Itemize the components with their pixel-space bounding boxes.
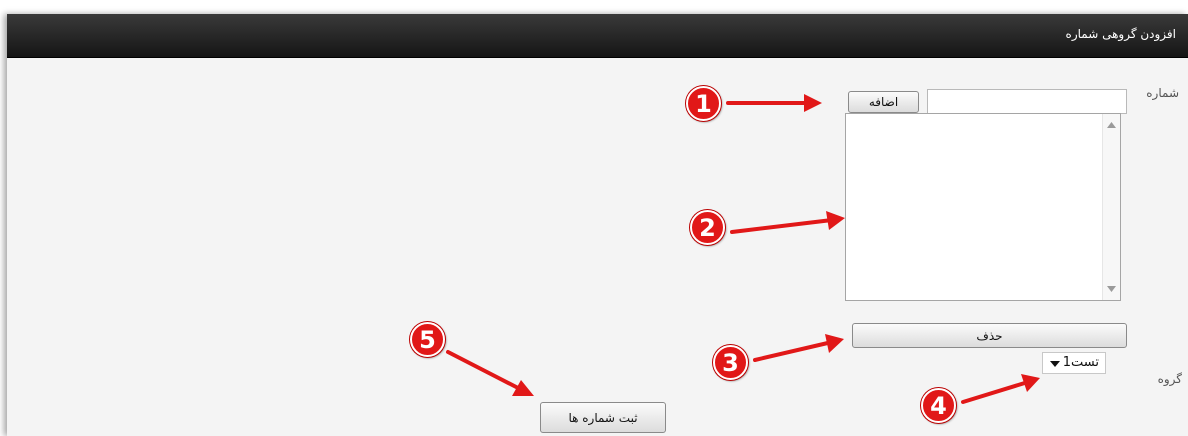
group-label: گروه bbox=[1157, 372, 1182, 386]
number-input[interactable] bbox=[927, 89, 1127, 114]
annotation-marker-4: 4 bbox=[921, 388, 956, 423]
numbers-list[interactable] bbox=[845, 113, 1121, 301]
dialog-titlebar: افزودن گروهی شماره bbox=[7, 14, 1188, 58]
annotation-marker-3: 3 bbox=[713, 345, 748, 380]
annotation-marker-2: 2 bbox=[690, 210, 725, 245]
submit-numbers-button[interactable]: ثبت شماره ها bbox=[540, 402, 666, 433]
scroll-down-icon[interactable] bbox=[1107, 286, 1116, 292]
delete-button[interactable]: حذف bbox=[852, 323, 1127, 348]
number-label: شماره bbox=[1146, 86, 1179, 100]
add-button[interactable]: اضافه bbox=[848, 91, 919, 113]
annotation-marker-5: 5 bbox=[410, 322, 445, 357]
list-scrollbar[interactable] bbox=[1102, 114, 1120, 300]
annotation-marker-1: 1 bbox=[686, 86, 721, 121]
group-select-value: تست1 bbox=[1062, 355, 1099, 370]
dialog-title: افزودن گروهی شماره bbox=[1065, 27, 1176, 41]
scroll-up-icon[interactable] bbox=[1107, 122, 1116, 128]
group-select[interactable]: تست1 bbox=[1042, 352, 1106, 374]
chevron-down-icon bbox=[1050, 361, 1060, 367]
